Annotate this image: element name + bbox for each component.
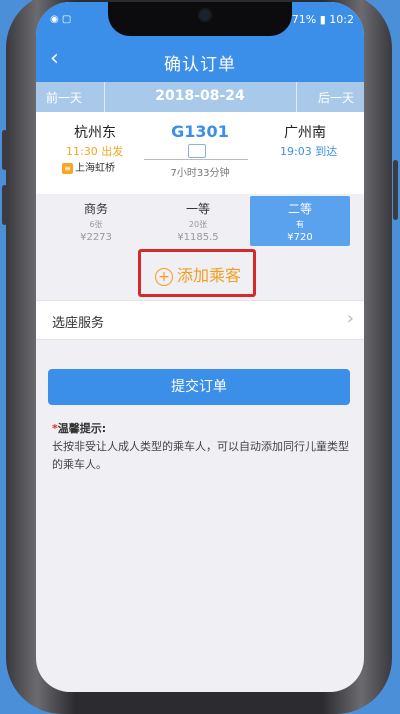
submit-order-button[interactable]: 提交订单 [48, 369, 350, 405]
add-passenger-label: 添加乘客 [177, 266, 242, 285]
date-divider [296, 82, 297, 112]
ticket-icon[interactable] [188, 144, 206, 158]
seat-count: 6张 [89, 220, 103, 229]
date-bar: 前一天 2018-08-24 后一天 [36, 82, 364, 112]
seat-price: ¥2273 [80, 232, 112, 243]
seat-name: 二等 [287, 202, 312, 216]
add-passenger-highlight: + 添加乘客 [138, 249, 256, 297]
seat-class-selector: 商务 6张 ¥2273 一等 20张 ¥1185.5 二等 有 ¥720 [46, 196, 350, 246]
phone-notch [108, 2, 292, 36]
plus-circle-icon: + [155, 267, 173, 286]
app-screen: ◉ ▢ 71% ▮ 10:2 ‹ 确认订单 前一天 2018-08-24 后一天… [36, 2, 364, 692]
front-camera [200, 10, 210, 20]
status-icons-right: 71% ▮ 10:2 [291, 13, 354, 26]
phone-side-button [2, 130, 7, 170]
seat-count: 有 [296, 220, 304, 229]
chevron-right-icon: › [346, 308, 354, 329]
train-info-card: 杭州东 11:30 出发 ≡ 上海虹桥 G1301 7小时33分钟 广州南 19:… [36, 112, 364, 194]
seat-service-label: 选座服务 [52, 316, 105, 331]
tips-title: 温馨提示: [57, 422, 107, 435]
route-line [144, 159, 248, 160]
status-icons-left: ◉ ▢ [50, 14, 72, 25]
next-day-button[interactable]: 后一天 [318, 89, 354, 106]
seat-option-first-class[interactable]: 一等 20张 ¥1185.5 [148, 196, 248, 246]
seat-name: 一等 [185, 202, 210, 216]
seat-option-second-class[interactable]: 二等 有 ¥720 [250, 196, 350, 246]
trip-duration: 7小时33分钟 [170, 168, 230, 179]
arrival-station: 广州南 [284, 125, 326, 141]
phone-side-button [393, 160, 398, 220]
tips-heading: *温馨提示: [52, 420, 106, 436]
nav-bar: ‹ 确认订单 [36, 38, 364, 82]
seat-service-row[interactable]: 选座服务 › [36, 300, 364, 340]
page-title: 确认订单 [164, 55, 236, 75]
seat-price: ¥720 [287, 232, 313, 243]
tips-body: 长按非受让人成人类型的乘车人，可以自动添加同行儿童类型的乘车人。 [52, 440, 349, 471]
seat-count: 20张 [188, 220, 208, 229]
seat-price: ¥1185.5 [177, 232, 219, 243]
departure-time: 11:30 出发 [66, 145, 124, 158]
seat-option-business[interactable]: 商务 6张 ¥2273 [46, 196, 146, 246]
travel-date: 2018-08-24 [155, 88, 245, 104]
add-passenger-button[interactable]: + 添加乘客 [155, 262, 241, 286]
phone-side-button [2, 185, 7, 225]
arrival-time: 19:03 到达 [280, 145, 338, 158]
seat-name: 商务 [83, 202, 108, 216]
